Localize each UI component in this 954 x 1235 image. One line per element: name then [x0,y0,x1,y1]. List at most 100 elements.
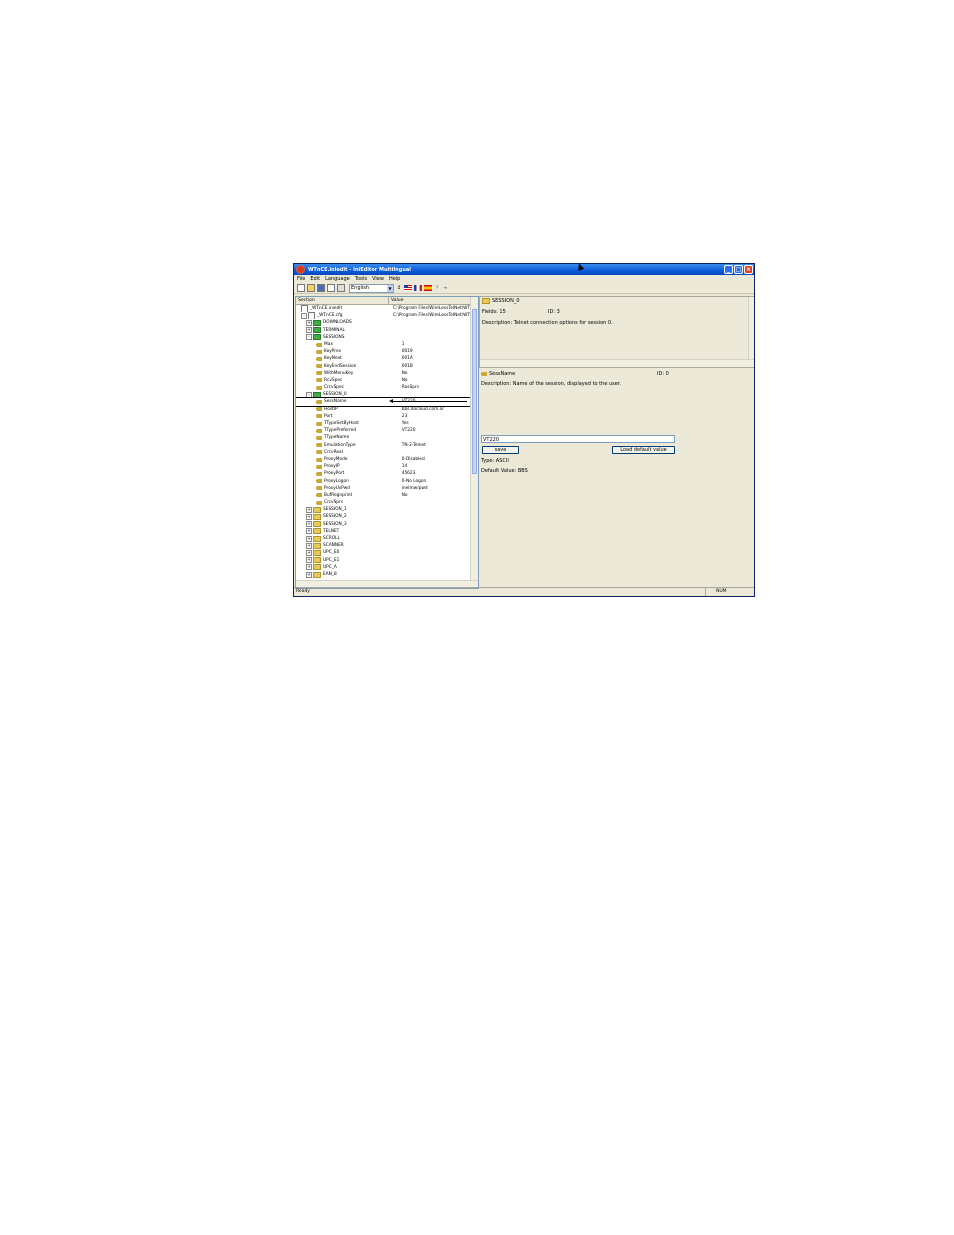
expand-icon[interactable]: + [306,564,312,571]
tree-row[interactable]: - SESSIONS [296,334,478,341]
menu-tools[interactable]: Tools [355,276,367,282]
copy-icon[interactable] [327,284,335,292]
tree-row[interactable]: + DOWNLOADS [296,319,478,326]
tree-row[interactable]: + SESSION_3 [296,521,478,528]
expand-icon[interactable]: + [306,549,312,556]
expand-icon[interactable]: + [306,542,312,549]
tree-row[interactable]: + EAN_8 [296,571,478,578]
us-flag-icon[interactable] [404,285,412,291]
expand-icon[interactable]: + [306,528,312,535]
tree-row-value [395,564,478,571]
expand-icon[interactable]: + [306,506,312,513]
minimize-button[interactable]: _ [724,265,733,274]
tree-row[interactable]: - SESSION_0 [296,391,478,398]
tree-row[interactable]: RcvSpec No [296,377,478,384]
tree-row-value [395,327,478,334]
tree-row[interactable]: TTypePreferred VT220 [296,427,478,434]
tree-row-label: CrcvSprs [324,500,344,506]
folder-open-icon [313,327,321,334]
section-description: Description: Telnet connection options f… [482,320,613,326]
expand-icon[interactable]: + [306,514,312,521]
chevron-down-icon[interactable]: ▼ [387,284,393,292]
key-icon [316,428,322,433]
tree-row-label: SESSION_2 [323,514,347,520]
tree-row[interactable]: Port 23 [296,413,478,420]
tree-row[interactable]: + SCROLL [296,535,478,542]
expand-icon[interactable]: + [306,319,312,326]
menu-help[interactable]: Help [389,276,400,282]
collapse-icon[interactable]: - [306,334,312,341]
tree-row[interactable]: + UPC_E0 [296,549,478,556]
tree-row[interactable]: EmulationType TN-2-Telnet [296,442,478,449]
scroll-thumb[interactable] [472,309,477,474]
tree-row[interactable]: CrcvReal [296,449,478,456]
value-column-header[interactable]: Value [389,297,403,304]
tree-row[interactable]: + TELNET [296,528,478,535]
tree-row[interactable]: + UPC_E1 [296,557,478,564]
app-window: WTnCE.inledit - IniEditor MultiIngual _ … [293,263,755,597]
tree-row-label: EmulationType [324,442,356,448]
tree-row[interactable]: _WTnCE.iniedit C:\Program Files\WireLessT… [296,305,478,313]
tree-row[interactable]: CrcvSprs [296,499,478,506]
tree-row[interactable]: + TERMINAL [296,327,478,334]
tree-row[interactable]: TTypeSetByHost Yes [296,420,478,427]
tree-row[interactable]: ProxyPort 45623 [296,470,478,477]
language-select[interactable]: English ▼ [349,283,394,293]
tree-row[interactable]: KeyNext 001A [296,355,478,362]
tree-row-label: BufRegnprint [324,492,353,498]
exit-icon[interactable]: ⇥ [442,285,448,291]
collapse-icon[interactable]: - [306,391,312,398]
expand-icon[interactable]: + [306,535,312,542]
open-folder-icon[interactable] [307,284,315,292]
tree-row-value: VT220 [401,428,416,434]
new-file-icon[interactable] [297,284,305,292]
tree-row-value [395,528,478,535]
expand-icon[interactable]: + [306,557,312,564]
spain-flag-icon[interactable] [424,285,432,291]
key-value-input[interactable]: VT220 [481,435,675,443]
tree-row[interactable]: HostIP bbs.docloud.com.ar [296,406,478,413]
tree-row[interactable]: ProxyLogon 0-No Logon [296,478,478,485]
print-icon[interactable] [337,284,345,292]
collapse-icon[interactable]: - [301,312,307,319]
tree-row-label: Max [324,341,333,347]
tree-row[interactable]: + SESSION_2 [296,513,478,521]
sort-icon[interactable]: ↕ [396,285,402,291]
tree-vertical-scrollbar[interactable] [470,297,478,581]
tree-row[interactable]: ProxyMode 0-Disabled [296,456,478,463]
tree-row[interactable]: ProxyUsPwd inelmw/pwd [296,485,478,492]
tree-row-value: 0-Disabled [401,456,425,462]
tree-row[interactable]: SessNameVT220 [296,397,478,407]
tree-row[interactable]: - _WTnCE.cfg C:\Program Files\WireLessTelN… [296,312,478,320]
france-flag-icon[interactable] [414,285,422,291]
tree-row-label: KeyNext [324,356,342,362]
tree-row[interactable]: CrcvSpec RasSprs [296,384,478,391]
menu-edit[interactable]: Edit [310,276,320,282]
tree-row[interactable]: KeyEndSession 001B [296,363,478,370]
save-icon[interactable] [317,284,325,292]
section-column-header[interactable]: Section [296,297,389,304]
tree-row[interactable]: KeyPrev 0019 [296,348,478,355]
help-icon[interactable]: ? [434,285,440,291]
tree-row[interactable]: + SCANNER [296,542,478,549]
menu-language[interactable]: Language [325,276,350,282]
title-bar[interactable]: WTnCE.inledit - IniEditor MultiIngual _ … [294,264,754,275]
menu-file[interactable]: File [297,276,305,282]
load-default-button[interactable]: Load default value [612,446,675,454]
menu-view[interactable]: View [372,276,384,282]
tree-row[interactable]: Max 1 [296,341,478,348]
section-info-vertical-scrollbar[interactable] [748,297,754,359]
tree-row[interactable]: TTypeName [296,434,478,441]
section-info-horizontal-scrollbar[interactable] [480,359,754,367]
close-button[interactable]: × [744,265,753,274]
tree-row[interactable]: WithMenuKey No [296,370,478,377]
maximize-button[interactable]: □ [734,265,743,274]
expand-icon[interactable]: + [306,571,312,578]
expand-icon[interactable]: + [306,521,312,528]
expand-icon[interactable]: + [306,327,312,334]
tree-row[interactable]: + UPC_A [296,564,478,571]
tree-row[interactable]: ProxyIP 14 [296,463,478,470]
tree-row[interactable]: BufRegnprint No [296,492,478,499]
save-button[interactable]: save [482,446,519,454]
tree-row[interactable]: + SESSION_1 [296,506,478,513]
